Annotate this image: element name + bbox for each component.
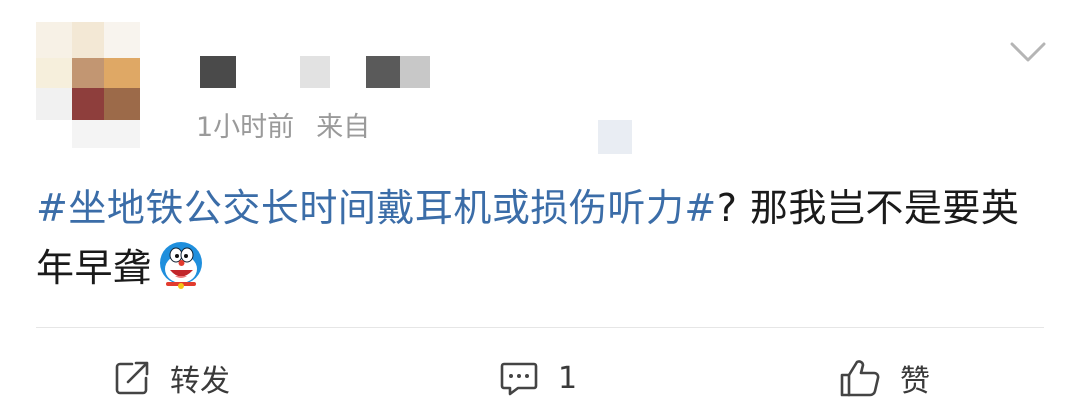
repost-icon bbox=[112, 358, 152, 398]
weibo-post-card: 1小时前 来自 #坐地铁公交长时间戴耳机或损伤听力#? 那我岂不是要英年早聋 转… bbox=[0, 0, 1080, 420]
comment-count: 1 bbox=[558, 360, 578, 396]
repost-label: 转发 bbox=[170, 364, 230, 399]
username-pixelated[interactable] bbox=[196, 52, 456, 92]
like-label: 赞 bbox=[900, 364, 930, 399]
comment-button[interactable]: 1 bbox=[498, 348, 577, 408]
action-bar: 转发 1 赞 bbox=[0, 340, 1080, 414]
topic-link[interactable]: #坐地铁公交长时间戴耳机或损伤听力# bbox=[36, 186, 717, 230]
chevron-down-icon[interactable] bbox=[1008, 40, 1048, 64]
thumbs-up-icon bbox=[838, 357, 882, 399]
like-button[interactable]: 赞 bbox=[838, 348, 930, 408]
post-time: 1小时前 bbox=[196, 111, 295, 143]
comment-icon bbox=[498, 358, 540, 398]
source-pixelated[interactable] bbox=[598, 120, 632, 154]
doraemon-emoji-icon bbox=[156, 239, 206, 289]
avatar[interactable] bbox=[36, 22, 140, 152]
post-source-prefix: 来自 bbox=[316, 111, 371, 143]
post-content: #坐地铁公交长时间戴耳机或损伤听力#? 那我岂不是要英年早聋 bbox=[36, 178, 1036, 298]
divider bbox=[36, 327, 1044, 328]
post-meta: 1小时前 来自 bbox=[196, 104, 370, 144]
repost-button[interactable]: 转发 bbox=[112, 348, 230, 408]
